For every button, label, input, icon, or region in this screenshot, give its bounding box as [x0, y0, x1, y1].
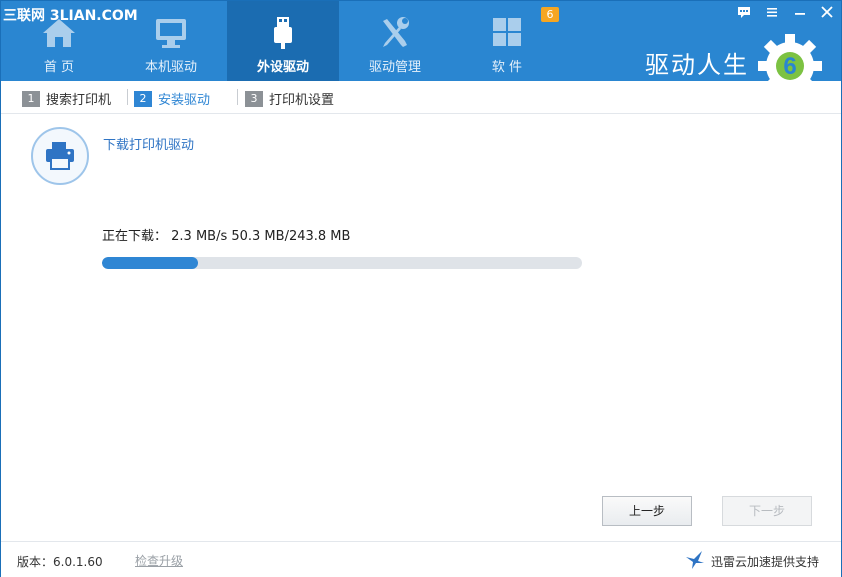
tab-peripheral-driver[interactable]: 外设驱动	[227, 1, 339, 81]
tab-home-label: 首 页	[43, 60, 75, 75]
printer-icon	[46, 142, 74, 170]
step-divider	[127, 89, 128, 105]
brand-name: 驱动人生	[645, 51, 749, 79]
step-search-printer[interactable]: 1 搜索打印机	[22, 89, 112, 108]
sponsor-text: 迅雷云加速提供支持	[711, 555, 820, 569]
task-title: 下载打印机驱动	[103, 138, 195, 153]
step-label: 安装驱动	[158, 93, 211, 108]
message-icon[interactable]	[735, 5, 753, 21]
step-install-driver[interactable]: 2 安装驱动	[134, 89, 211, 108]
header-bar: 三联网 3LIAN.COM 首 页 本机驱动 外设驱动 驱动管理 6 软 件 驱…	[1, 1, 841, 98]
step-number: 2	[134, 90, 152, 107]
printer-badge	[31, 127, 89, 185]
step-divider	[237, 89, 238, 105]
thunder-bird-icon	[686, 551, 704, 569]
minimize-icon[interactable]	[791, 5, 809, 21]
prev-step-button[interactable]: 上一步	[602, 496, 692, 526]
usb-plug-icon	[274, 17, 292, 49]
status-footer: 版本：6.0.1.60 检查升级 迅雷云加速提供支持	[1, 541, 841, 577]
download-status-text: 正在下载： 2.3 MB/s 50.3 MB/243.8 MB	[102, 229, 351, 244]
app-window: 三联网 3LIAN.COM 首 页 本机驱动 外设驱动 驱动管理 6 软 件 驱…	[0, 0, 842, 577]
step-number: 1	[22, 90, 40, 107]
tab-local-driver-label: 本机驱动	[144, 60, 197, 75]
download-progress-bar	[102, 257, 582, 269]
tab-driver-management-label: 驱动管理	[368, 60, 421, 75]
step-printer-settings[interactable]: 3 打印机设置	[245, 89, 335, 108]
tab-driver-management[interactable]: 驱动管理	[339, 1, 451, 81]
check-upgrade-link[interactable]: 检查升级	[135, 552, 183, 569]
step-number: 3	[245, 90, 263, 107]
tab-software-label: 软 件	[491, 60, 523, 75]
download-progress-fill	[102, 257, 198, 269]
next-step-button[interactable]: 下一步	[722, 496, 812, 526]
monitor-icon	[156, 19, 186, 48]
software-update-badge: 6	[541, 7, 559, 22]
close-icon[interactable]	[818, 5, 836, 21]
version-label: 版本：6.0.1.60	[17, 555, 103, 569]
step-breadcrumb: 1 搜索打印机 2 安装驱动 3 打印机设置	[1, 81, 841, 114]
logo-number: 6	[783, 53, 796, 80]
home-icon	[43, 19, 75, 47]
apps-grid-icon	[493, 18, 521, 46]
menu-icon[interactable]	[763, 5, 781, 21]
tab-home[interactable]: 首 页	[3, 1, 115, 81]
tab-local-driver[interactable]: 本机驱动	[115, 1, 227, 81]
tab-software[interactable]: 6 软 件	[451, 1, 563, 81]
tab-peripheral-driver-label: 外设驱动	[256, 60, 309, 75]
step-label: 打印机设置	[269, 93, 335, 108]
step-label: 搜索打印机	[46, 93, 112, 108]
wrench-screwdriver-icon	[383, 17, 409, 47]
